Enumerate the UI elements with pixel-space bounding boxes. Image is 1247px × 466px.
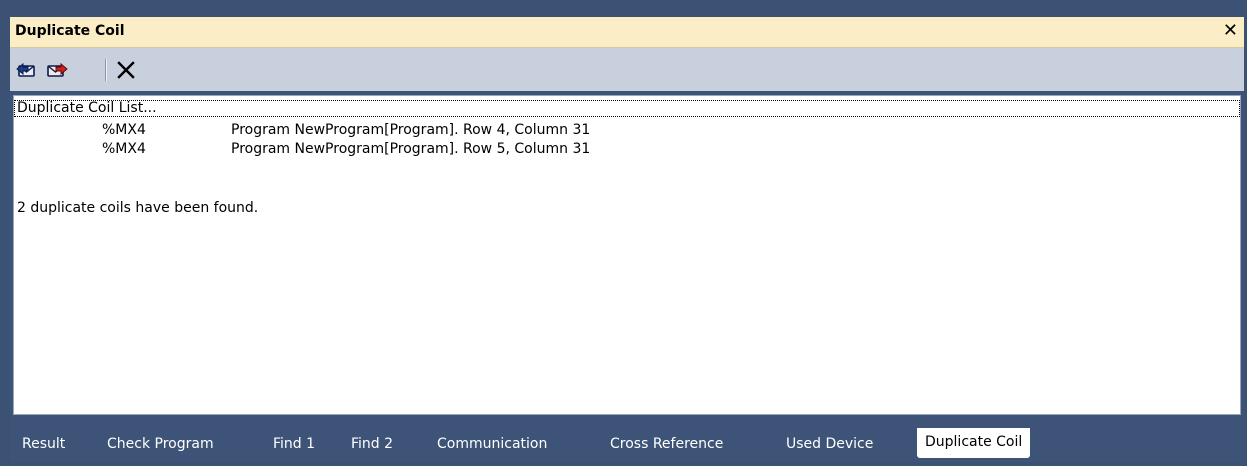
coil-location: Program NewProgram[Program]. Row 4, Colu… — [231, 122, 591, 138]
clear-icon[interactable] — [114, 58, 138, 82]
toolbar — [10, 48, 1244, 91]
tab-communication[interactable]: Communication — [437, 430, 547, 460]
tab-find-2[interactable]: Find 2 — [351, 430, 393, 460]
next-item-icon[interactable] — [45, 58, 69, 82]
tab-find-1[interactable]: Find 1 — [273, 430, 315, 460]
close-icon[interactable]: ✕ — [1223, 20, 1238, 41]
panel-title: Duplicate Coil — [15, 23, 125, 39]
tab-duplicate-coil[interactable]: Duplicate Coil — [917, 428, 1031, 458]
tab-bar: Result Check Program Find 1 Find 2 Commu… — [10, 419, 1244, 462]
list-header[interactable]: Duplicate Coil List... — [14, 100, 1240, 117]
tab-result[interactable]: Result — [22, 430, 65, 460]
previous-item-icon[interactable] — [15, 58, 39, 82]
tab-check-program[interactable]: Check Program — [107, 430, 214, 460]
tab-used-device[interactable]: Used Device — [786, 430, 873, 460]
coil-location: Program NewProgram[Program]. Row 5, Colu… — [231, 141, 591, 157]
coil-address: %MX4 — [102, 141, 146, 157]
output-list[interactable]: Duplicate Coil List... %MX4 Program NewP… — [13, 95, 1241, 415]
coil-address: %MX4 — [102, 122, 146, 138]
summary-text: 2 duplicate coils have been found. — [17, 200, 259, 216]
toolbar-separator — [105, 59, 107, 81]
duplicate-coil-panel: Duplicate Coil ✕ Duplicate Coil List... … — [10, 17, 1244, 462]
panel-title-bar[interactable]: Duplicate Coil ✕ — [10, 17, 1244, 48]
tab-cross-reference[interactable]: Cross Reference — [610, 430, 723, 460]
